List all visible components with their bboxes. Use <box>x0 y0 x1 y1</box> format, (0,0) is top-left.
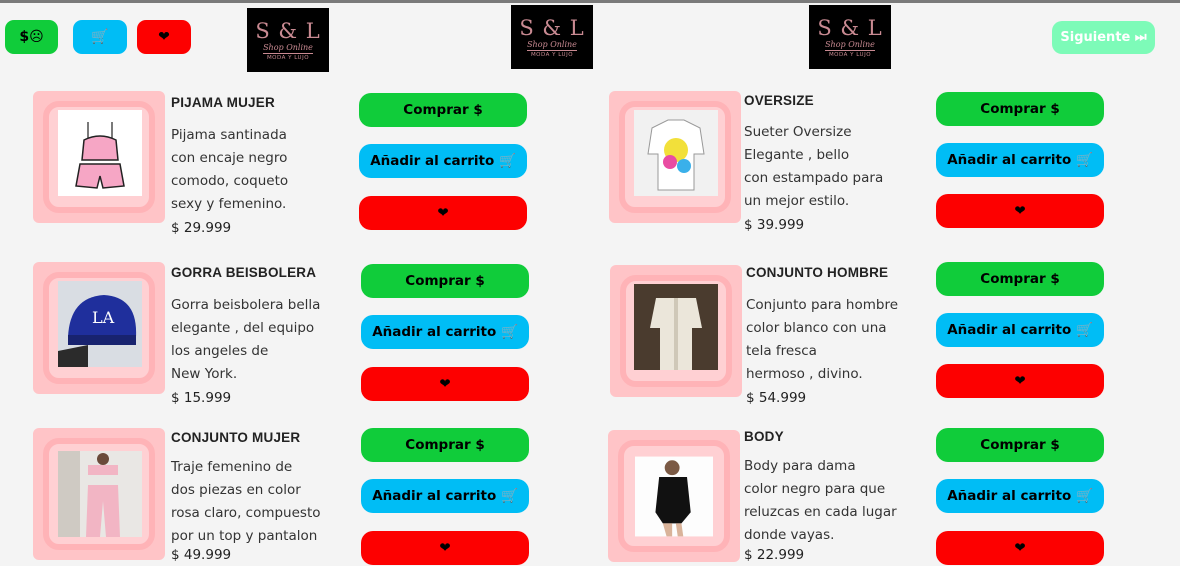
next-page-button[interactable]: Siguiente ⏭ <box>1052 21 1155 54</box>
logo-subtitle: Shop Online <box>263 43 313 54</box>
favorite-button[interactable]: ❤ <box>936 194 1104 228</box>
buy-button[interactable]: Comprar $ <box>936 92 1104 126</box>
product-price: $ 39.999 <box>744 217 805 233</box>
add-to-cart-button[interactable]: Añadir al carrito 🛒 <box>936 479 1104 513</box>
product-image-frame: LA <box>33 262 165 394</box>
product-image-frame <box>33 428 165 560</box>
product-title: CONJUNTO HOMBRE <box>746 265 889 280</box>
product-description: Pijama santinada con encaje negro comodo, … <box>171 127 289 212</box>
store-logo: S & L Shop Online MODA Y LUJO <box>511 5 593 69</box>
svg-text:LA: LA <box>92 308 115 327</box>
product-title: GORRA BEISBOLERA <box>171 265 317 280</box>
product-price: $ 22.999 <box>744 547 805 563</box>
product-description: Conjunto para hombre color blanco con una… <box>746 297 899 382</box>
cart-button[interactable]: 🛒 <box>73 20 127 54</box>
oversize-tee-photo <box>634 110 718 196</box>
add-to-cart-button[interactable]: Añadir al carrito 🛒 <box>936 313 1104 347</box>
add-to-cart-button[interactable]: Añadir al carrito 🛒 <box>361 315 529 349</box>
logo-subtitle: Shop Online <box>825 40 875 51</box>
store-logo: S & L Shop Online MODA Y LUJO <box>247 8 329 72</box>
product-title: CONJUNTO MUJER <box>171 430 301 445</box>
product-title: PIJAMA MUJER <box>171 95 275 110</box>
logo-title: S & L <box>519 16 585 40</box>
favorite-button[interactable]: ❤ <box>359 196 527 230</box>
store-logo: S & L Shop Online MODA Y LUJO <box>809 5 891 69</box>
product-description: Sueter Oversize Elegante , bello con estam… <box>744 124 884 209</box>
product-image-frame <box>608 430 740 562</box>
product-description: Body para dama color negro para que reluzc… <box>744 458 897 543</box>
product-title: BODY <box>744 429 784 444</box>
black-bodysuit-photo <box>635 456 713 537</box>
pink-lace-pajama-photo <box>58 110 142 196</box>
dollar-button[interactable]: $☹ <box>5 20 58 54</box>
logo-tagline: MODA Y LUJO <box>828 52 872 58</box>
product-description: Traje femenino de dos piezas en color rosa… <box>171 459 321 544</box>
logo-subtitle: Shop Online <box>527 40 577 51</box>
buy-button[interactable]: Comprar $ <box>361 264 529 298</box>
favorite-button[interactable]: ❤ <box>361 531 529 565</box>
favorite-button[interactable]: ❤ <box>936 531 1104 565</box>
buy-button[interactable]: Comprar $ <box>359 93 527 127</box>
product-image-frame <box>33 91 165 223</box>
product-price: $ 15.999 <box>171 390 232 406</box>
product-title: OVERSIZE <box>744 93 814 108</box>
buy-button[interactable]: Comprar $ <box>936 262 1104 296</box>
product-price: $ 29.999 <box>171 220 232 236</box>
buy-button[interactable]: Comprar $ <box>936 428 1104 462</box>
favorites-button[interactable]: ❤ <box>137 20 191 54</box>
add-to-cart-button[interactable]: Añadir al carrito 🛒 <box>936 143 1104 177</box>
logo-tagline: MODA Y LUJO <box>530 52 574 58</box>
add-to-cart-button[interactable]: Añadir al carrito 🛒 <box>359 144 527 178</box>
white-men-set-photo <box>634 284 718 370</box>
blue-baseball-cap-photo: LA <box>58 281 142 367</box>
logo-tagline: MODA Y LUJO <box>266 55 310 61</box>
favorite-button[interactable]: ❤ <box>936 364 1104 398</box>
product-price: $ 49.999 <box>171 547 232 563</box>
product-description: Gorra beisbolera bella elegante , del equ… <box>171 297 321 382</box>
logo-title: S & L <box>255 19 321 43</box>
product-image-frame <box>610 265 742 397</box>
add-to-cart-button[interactable]: Añadir al carrito 🛒 <box>361 479 529 513</box>
pink-women-set-photo <box>58 451 142 537</box>
product-image-frame <box>609 91 741 223</box>
favorite-button[interactable]: ❤ <box>361 367 529 401</box>
product-price: $ 54.999 <box>746 390 807 406</box>
buy-button[interactable]: Comprar $ <box>361 428 529 462</box>
logo-title: S & L <box>817 16 883 40</box>
